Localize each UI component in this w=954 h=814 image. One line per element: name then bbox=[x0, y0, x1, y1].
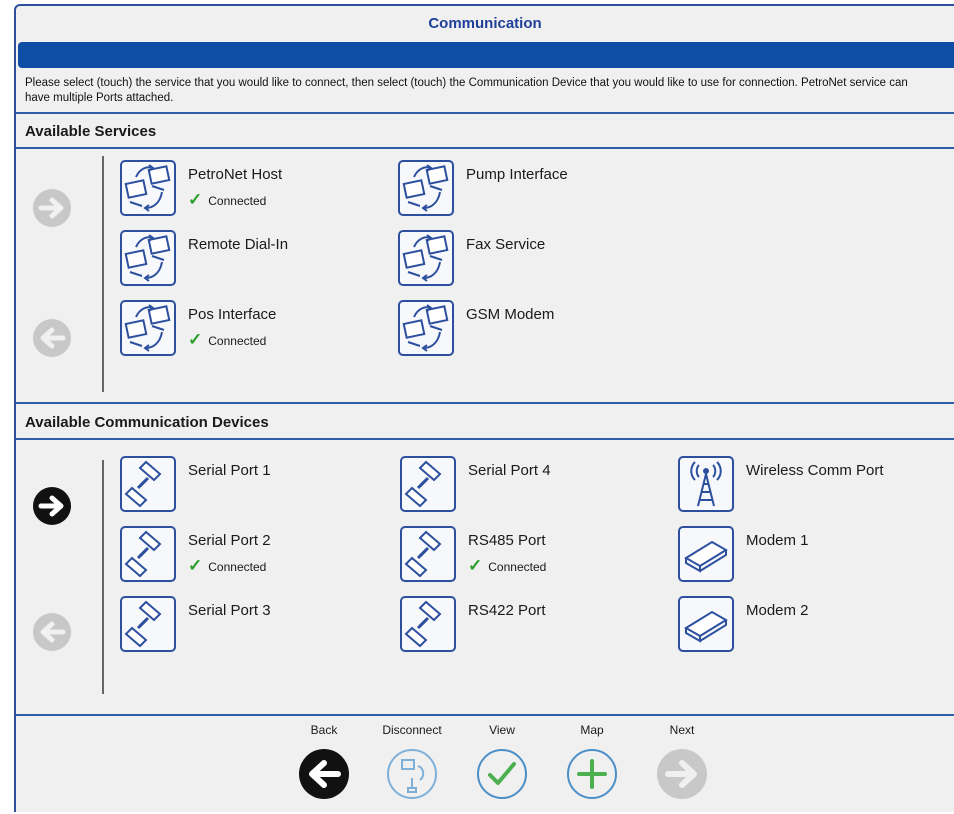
disconnect-label: Disconnect bbox=[382, 723, 442, 737]
checkmark-icon: ✓ bbox=[188, 330, 203, 349]
title-bar bbox=[18, 42, 954, 68]
connected-status: ✓ Connected bbox=[468, 556, 547, 575]
services-scroll-up-arrow[interactable] bbox=[32, 318, 72, 358]
arrow-right-icon bbox=[33, 487, 71, 525]
devices-heading: Available Communication Devices bbox=[25, 414, 269, 431]
divider bbox=[16, 147, 954, 149]
arrow-right-icon bbox=[33, 189, 71, 227]
device-label: Modem 1 bbox=[746, 532, 809, 549]
device-label: Serial Port 1 bbox=[188, 462, 271, 479]
service-label: Fax Service bbox=[466, 236, 546, 253]
divider bbox=[16, 112, 954, 114]
service-label: Remote Dial-In bbox=[188, 236, 289, 253]
checkmark-icon: ✓ bbox=[468, 556, 483, 575]
view-button[interactable]: View bbox=[472, 720, 532, 799]
service-label: PetroNet Host bbox=[188, 166, 283, 183]
modem-icon bbox=[678, 526, 734, 582]
network-computers-icon bbox=[120, 160, 176, 216]
view-label: View bbox=[489, 723, 515, 737]
next-label: Next bbox=[669, 723, 695, 737]
serial-connector-icon bbox=[400, 456, 456, 512]
network-computers-icon bbox=[398, 160, 454, 216]
serial-connector-icon bbox=[400, 526, 456, 582]
network-computers-icon bbox=[398, 300, 454, 356]
map-label: Map bbox=[580, 723, 604, 737]
arrow-left-icon bbox=[33, 613, 71, 651]
services-list-separator bbox=[102, 156, 104, 392]
network-computers-icon bbox=[120, 300, 176, 356]
plus-icon bbox=[567, 749, 617, 799]
service-label: Pos Interface bbox=[188, 306, 277, 323]
devices-scroll-down-arrow[interactable] bbox=[32, 486, 72, 526]
disconnect-plug-icon bbox=[387, 749, 437, 799]
disconnect-button[interactable]: Disconnect bbox=[382, 720, 442, 799]
service-label: Pump Interface bbox=[466, 166, 568, 183]
divider bbox=[16, 714, 954, 716]
serial-connector-icon bbox=[400, 596, 456, 652]
arrow-right-icon bbox=[657, 749, 707, 799]
device-label: RS485 Port bbox=[468, 532, 546, 549]
device-label: Serial Port 4 bbox=[468, 462, 551, 479]
devices-list-separator bbox=[102, 460, 104, 694]
checkmark-icon: ✓ bbox=[188, 556, 203, 575]
network-computers-icon bbox=[398, 230, 454, 286]
divider bbox=[16, 438, 954, 440]
checkmark-icon: ✓ bbox=[188, 190, 203, 209]
services-scroll-down-arrow[interactable] bbox=[32, 188, 72, 228]
communication-window: Communication Please select (touch) the … bbox=[14, 4, 954, 812]
connected-status: ✓ Connected bbox=[188, 556, 267, 575]
arrow-left-icon bbox=[299, 749, 349, 799]
back-label: Back bbox=[310, 723, 338, 737]
antenna-icon bbox=[678, 456, 734, 512]
map-button[interactable]: Map bbox=[562, 720, 622, 799]
devices-scroll-up-arrow[interactable] bbox=[32, 612, 72, 652]
network-computers-icon bbox=[120, 230, 176, 286]
connected-status: ✓ Connected bbox=[188, 190, 267, 209]
service-label: GSM Modem bbox=[466, 306, 555, 323]
back-button[interactable]: Back bbox=[294, 720, 354, 799]
serial-connector-icon bbox=[120, 526, 176, 582]
divider bbox=[16, 402, 954, 404]
arrow-left-icon bbox=[33, 319, 71, 357]
next-button[interactable]: Next bbox=[652, 720, 712, 799]
device-label: RS422 Port bbox=[468, 602, 546, 619]
serial-connector-icon bbox=[120, 456, 176, 512]
modem-icon bbox=[678, 596, 734, 652]
device-label: Serial Port 3 bbox=[188, 602, 271, 619]
checkmark-icon bbox=[477, 749, 527, 799]
instructions-text: Please select (touch) the service that y… bbox=[25, 77, 908, 104]
device-label: Serial Port 2 bbox=[188, 532, 271, 549]
services-heading: Available Services bbox=[25, 123, 157, 140]
device-label: Modem 2 bbox=[746, 602, 809, 619]
serial-connector-icon bbox=[120, 596, 176, 652]
connected-status: ✓ Connected bbox=[188, 330, 267, 349]
device-label: Wireless Comm Port bbox=[746, 462, 884, 479]
window-title: Communication bbox=[428, 15, 542, 32]
